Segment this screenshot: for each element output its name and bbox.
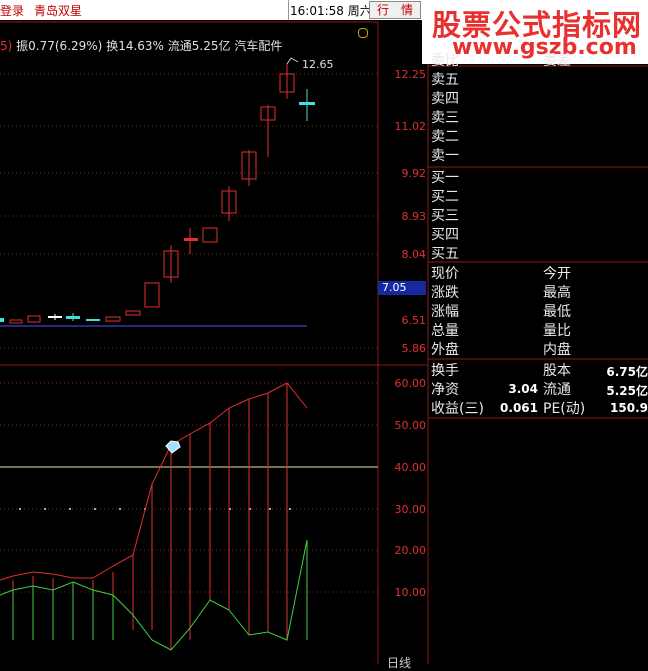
quote-change: 涨跌 (431, 285, 459, 301)
fund-float-label: 流通 (543, 382, 571, 398)
candle (105, 316, 121, 322)
candle (9, 319, 23, 324)
candle (86, 319, 100, 321)
candle (27, 315, 41, 323)
quote-low: 最低 (543, 304, 571, 320)
indicator-label: 20.00 (394, 544, 427, 557)
order-diff-label: 委差 (543, 53, 571, 69)
ask-2: 卖二 (431, 129, 459, 145)
fund-eps-value: 0.061 (500, 401, 538, 415)
bid-1: 买一 (431, 170, 459, 186)
bid-3: 买三 (431, 208, 459, 224)
indicator-label: 10.00 (394, 586, 427, 599)
fund-turnover-label: 换手 (431, 363, 459, 379)
high-marker-arrow (286, 57, 299, 65)
candle (184, 238, 198, 241)
dot-row (19, 508, 291, 510)
candle (66, 316, 80, 319)
bid-5: 买五 (431, 246, 459, 262)
bid-4: 买四 (431, 227, 459, 243)
quote-change-pct: 涨幅 (431, 304, 459, 320)
candle (48, 316, 62, 318)
quote-volume: 总量 (431, 323, 459, 339)
quote-current-price: 现价 (431, 266, 459, 282)
indicator-grid (0, 382, 378, 593)
fund-net-assets-label: 净资 (431, 382, 459, 398)
fund-net-assets-value: 3.04 (508, 382, 538, 396)
price-label: 8.93 (401, 210, 427, 223)
bid-2: 买二 (431, 189, 459, 205)
ask-3: 卖三 (431, 110, 459, 126)
fund-pe-value: 150.9 (610, 401, 648, 415)
indicator-label: 50.00 (394, 419, 427, 432)
fund-pe-label: PE(动) (543, 401, 586, 417)
price-label: 8.04 (401, 248, 427, 261)
candle (299, 102, 315, 105)
price-grid (0, 73, 378, 349)
quote-high: 最高 (543, 285, 571, 301)
price-label: 12.25 (394, 68, 427, 81)
price-label: 9.92 (401, 167, 427, 180)
indicator-green-bars (12, 540, 308, 640)
ask-1: 卖一 (431, 148, 459, 164)
fund-shares-value: 6.75亿 (606, 365, 648, 379)
indicator-label: 30.00 (394, 503, 427, 516)
candle (144, 282, 160, 308)
indicator-bars (12, 383, 288, 650)
quote-inner: 内盘 (543, 342, 571, 358)
price-label: 5.86 (401, 342, 427, 355)
period-tab-daily[interactable]: 日线 (387, 654, 411, 671)
high-price-label: 12.65 (302, 58, 334, 71)
candle (202, 227, 218, 243)
candle (125, 310, 141, 316)
quote-vol-ratio: 量比 (543, 323, 571, 339)
quote-outer: 外盘 (431, 342, 459, 358)
ask-4: 卖四 (431, 91, 459, 107)
indicator-green-line (0, 539, 308, 651)
indicator-label: 40.00 (394, 461, 427, 474)
fund-eps-label: 收益(三) (431, 401, 484, 417)
candle (0, 318, 4, 322)
quote-open: 今开 (543, 266, 571, 282)
fund-float-value: 5.25亿 (606, 384, 648, 398)
current-price-tag: 7.05 (378, 281, 426, 295)
price-label: 6.51 (401, 314, 427, 327)
price-label: 11.02 (394, 120, 427, 133)
indicator-label: 60.00 (394, 377, 427, 390)
order-ratio-label: 委比 (431, 53, 459, 69)
ask-5: 卖五 (431, 72, 459, 88)
candles (0, 57, 315, 324)
fund-shares-label: 股本 (543, 363, 571, 379)
